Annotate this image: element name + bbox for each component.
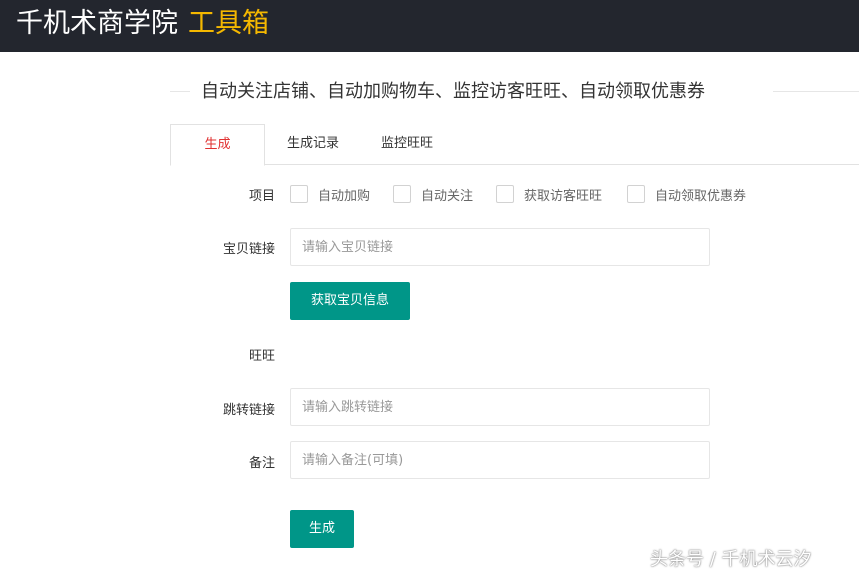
wangwang-label: 旺旺 <box>248 349 275 364</box>
checkbox[interactable] <box>496 185 514 203</box>
jump-link-label: 跳转链接 <box>222 403 275 418</box>
option-get-visitor-wangwang[interactable]: 获取访客旺旺 <box>496 184 602 204</box>
brand-main: 千机术商学院 <box>16 8 178 39</box>
tab-generate[interactable]: 生成 <box>170 124 265 166</box>
checkbox[interactable] <box>393 185 411 203</box>
note-label: 备注 <box>248 456 275 471</box>
generate-button[interactable]: 生成 <box>290 510 354 548</box>
watermark: 头条号 / 千机术云汐 <box>650 549 812 570</box>
checkbox[interactable] <box>627 185 645 203</box>
note-input[interactable] <box>290 441 710 479</box>
checkbox[interactable] <box>290 185 308 203</box>
tab-generate-records[interactable]: 生成记录 <box>278 124 348 165</box>
top-bar: 千机术商学院 工具箱 <box>0 0 859 52</box>
item-link-input[interactable] <box>290 228 710 266</box>
fetch-item-info-button[interactable]: 获取宝贝信息 <box>290 282 410 320</box>
tab-bar: 生成 生成记录 监控旺旺 <box>170 124 859 166</box>
brand-accent: 工具箱 <box>188 8 269 39</box>
option-auto-claim-coupon[interactable]: 自动领取优惠券 <box>627 184 746 204</box>
option-label: 自动关注 <box>421 188 474 204</box>
tab-monitor-wangwang[interactable]: 监控旺旺 <box>368 124 446 165</box>
title-divider-left <box>170 91 190 92</box>
project-label: 项目 <box>248 189 275 204</box>
option-label: 获取访客旺旺 <box>524 188 603 204</box>
brand-title: 千机术商学院 工具箱 <box>16 8 269 40</box>
option-auto-add-cart[interactable]: 自动加购 <box>290 184 370 204</box>
option-label: 自动加购 <box>318 188 371 204</box>
section-title: 自动关注店铺、自动加购物车、监控访客旺旺、自动领取优惠券 <box>170 76 859 108</box>
item-link-label: 宝贝链接 <box>222 242 275 257</box>
jump-link-input[interactable] <box>290 388 710 426</box>
title-divider-right <box>773 91 859 92</box>
option-auto-follow[interactable]: 自动关注 <box>393 184 473 204</box>
option-label: 自动领取优惠券 <box>655 188 747 204</box>
section-title-text: 自动关注店铺、自动加购物车、监控访客旺旺、自动领取优惠券 <box>201 81 705 102</box>
